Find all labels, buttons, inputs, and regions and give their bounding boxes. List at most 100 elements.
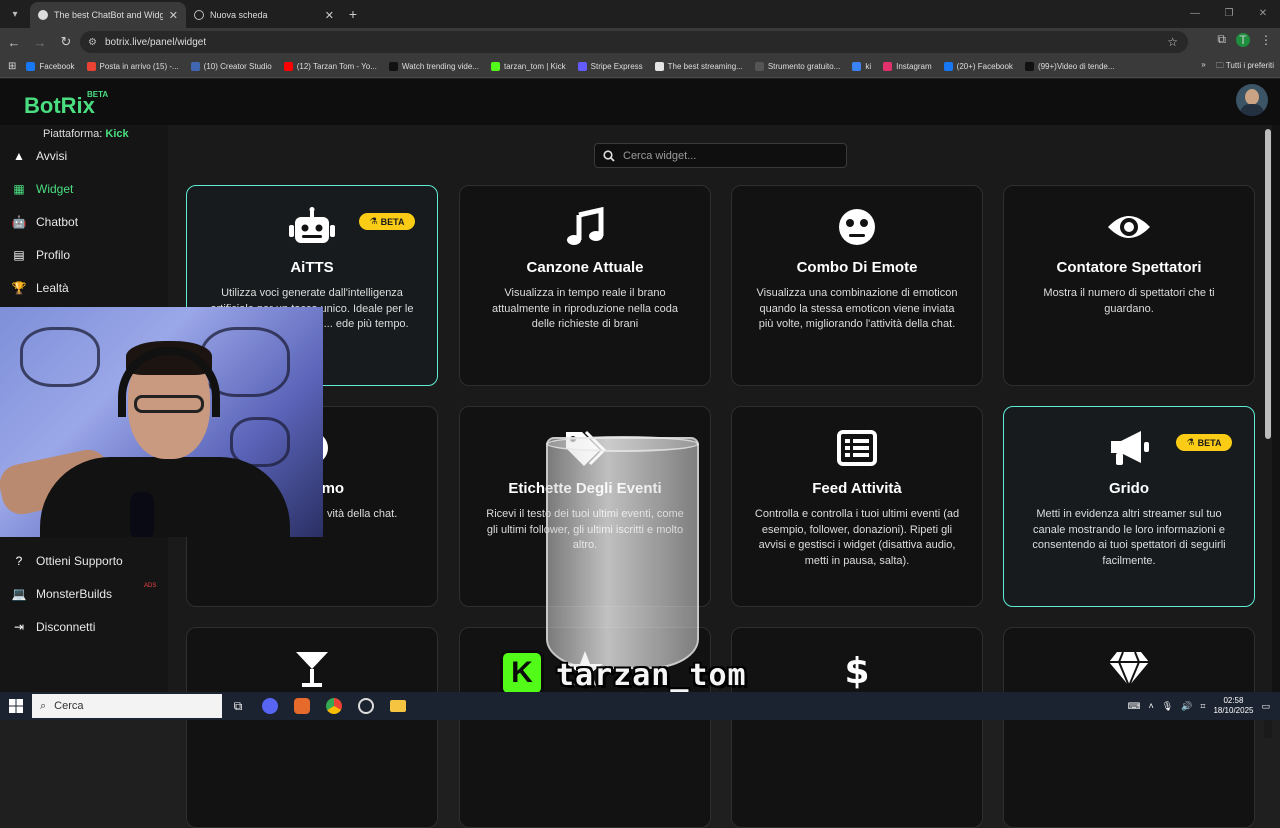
menu-kebab-icon[interactable]: ⋮ [1260, 33, 1272, 47]
bookmark-favicon-icon [190, 62, 200, 71]
window-controls: — ❐ ✕ [1178, 0, 1280, 26]
taskbar-search[interactable]: ⌕ Cerca [32, 694, 222, 718]
sidebar-item-monsterbuilds[interactable]: 💻 MonsterBuilds ADS [0, 579, 168, 609]
bookmark-item[interactable]: ki [846, 62, 877, 71]
bookmark-item[interactable]: tarzan_tom | Kick [485, 62, 572, 71]
tray-arrow-icon[interactable]: ˄ [1148, 701, 1153, 711]
bookmark-item[interactable]: (99+)Video di tende... [1019, 62, 1121, 71]
sidebar-item-lealt-[interactable]: 🏆 Lealtà [0, 273, 168, 303]
bookmark-item[interactable]: Posta in arrivo (15) -... [81, 62, 185, 71]
sidebar-item-widget[interactable]: ▦ Widget [0, 174, 168, 204]
bookmark-item[interactable]: The best streaming... [649, 62, 749, 71]
ads-badge: ADS [144, 583, 157, 589]
bookmark-favicon-icon [852, 62, 862, 71]
bookmark-item[interactable]: Facebook [20, 62, 80, 71]
site-info-icon[interactable]: ⚙ [88, 37, 97, 48]
glass-rim [546, 436, 699, 452]
windows-start-icon[interactable] [0, 692, 32, 720]
mic-icon[interactable]: 🎙 [1162, 701, 1173, 712]
bookmark-item[interactable]: Stripe Express [572, 62, 649, 71]
search-input[interactable] [621, 148, 821, 163]
app-orange-icon[interactable] [286, 692, 318, 720]
widget-card[interactable] [186, 627, 438, 828]
tab-search-button[interactable]: ▾ [4, 3, 26, 25]
sidebar-item-avvisi[interactable]: ▲ Avvisi [0, 141, 168, 171]
network-icon[interactable]: ⌗ [1200, 701, 1205, 712]
sidebar-item-chatbot[interactable]: 🤖 Chatbot [0, 207, 168, 237]
restore-icon[interactable]: ❐ [1212, 0, 1246, 26]
beta-badge: ⚗ BETA [1176, 434, 1232, 451]
widget-search[interactable] [594, 143, 847, 168]
bookmark-star-icon[interactable]: ☆ [1167, 35, 1178, 49]
widget-card[interactable]: Contatore Spettatori Mostra il numero di … [1003, 185, 1255, 386]
reload-icon[interactable]: ↻ [54, 30, 78, 54]
apps-grid-icon[interactable]: ⊞ [8, 61, 16, 72]
widget-card[interactable] [1003, 627, 1255, 828]
profile-avatar[interactable]: T [1236, 32, 1250, 47]
sidebar-item-label: Avvisi [36, 149, 68, 163]
file-explorer-icon[interactable] [382, 692, 414, 720]
extensions-icon[interactable]: ⧉ [1217, 32, 1226, 47]
new-tab-button[interactable]: + [342, 3, 364, 25]
close-tab-icon[interactable]: ✕ [325, 9, 334, 22]
all-bookmarks-label: Tutti i preferiti [1225, 61, 1274, 70]
keyboard-icon[interactable]: ⌨ [1127, 701, 1140, 712]
bookmark-favicon-icon [754, 62, 764, 71]
tab-new[interactable]: Nuova scheda ✕ [186, 2, 342, 28]
widget-card[interactable]: Canzone Attuale Visualizza in tempo reale… [459, 185, 711, 386]
minimize-icon[interactable]: — [1178, 0, 1212, 26]
widget-card[interactable]: Feed Attività Controlla e controlla i tuo… [731, 406, 983, 607]
bookmark-favicon-icon [490, 62, 500, 71]
bookmark-favicon-icon [1024, 62, 1034, 71]
streamer-name-overlay: tarzan_tom [556, 658, 747, 693]
task-view-icon[interactable]: ⧉ [222, 692, 254, 720]
bookmarks-bar: ⊞ Facebook Posta in arrivo (15) -... (10) … [0, 56, 1280, 78]
forward-icon[interactable]: → [28, 30, 52, 54]
close-tab-icon[interactable]: ✕ [169, 9, 178, 22]
bookmark-label: (10) Creator Studio [203, 62, 272, 71]
bookmark-item[interactable]: Strumento gratuito... [749, 62, 846, 71]
bookmark-item[interactable]: Instagram [877, 62, 938, 71]
volume-icon[interactable]: 🔊 [1181, 701, 1192, 712]
bookmark-favicon-icon [577, 62, 587, 71]
obs-icon[interactable] [350, 692, 382, 720]
taskbar-search-placeholder: Cerca [54, 700, 84, 712]
close-window-icon[interactable]: ✕ [1246, 0, 1280, 26]
all-bookmarks-folder[interactable]: 🗀 Tutti i preferiti [1216, 60, 1274, 74]
sidebar-item-profilo[interactable]: ▤ Profilo [0, 240, 168, 270]
url-input[interactable]: ⚙ botrix.live/panel/widget ☆ [80, 31, 1188, 53]
bookmark-item[interactable]: (20+) Facebook [938, 62, 1019, 71]
bookmark-favicon-icon [943, 62, 953, 71]
page-scrollbar[interactable] [1264, 125, 1272, 738]
tab-botrix[interactable]: The best ChatBot and Widgets ✕ [30, 2, 186, 28]
sidebar-item-ottieni-supporto[interactable]: ? Ottieni Supporto [0, 546, 168, 576]
widget-card[interactable]: Combo Di Emote Visualizza una combinazion… [731, 185, 983, 386]
sidebar-item-label: Disconnetti [36, 620, 96, 634]
botrix-favicon-icon [38, 10, 48, 20]
windows-taskbar: ⌕ Cerca ⧉ ⌨ ˄ 🎙 🔊 ⌗ 02:58 18/10/2025 ▭ [0, 692, 1280, 720]
user-avatar[interactable] [1236, 84, 1268, 116]
search-icon [603, 149, 615, 162]
discord-icon[interactable] [254, 692, 286, 720]
bookmark-favicon-icon [86, 62, 96, 71]
bookmarks-more-button[interactable]: » [1201, 60, 1205, 74]
clock[interactable]: 02:58 18/10/2025 [1213, 696, 1253, 716]
chrome-icon[interactable] [318, 692, 350, 720]
sidebar-item-disconnetti[interactable]: ⇥ Disconnetti [0, 612, 168, 642]
widget-title: Canzone Attuale [526, 259, 644, 276]
back-icon[interactable]: ← [2, 30, 26, 54]
logo-beta-badge: BETA [87, 90, 109, 99]
clock-time: 02:58 [1223, 696, 1244, 705]
scrollbar-thumb[interactable] [1265, 129, 1271, 439]
bookmark-item[interactable]: (12) Tarzan Tom - Yo... [278, 62, 383, 71]
bookmark-label: Strumento gratuito... [767, 62, 841, 71]
grid-icon: ▦ [13, 182, 25, 196]
botrix-logo[interactable]: BotRix [24, 93, 95, 119]
bookmark-label: Stripe Express [590, 62, 643, 71]
sidebar-item-label: Ottieni Supporto [36, 554, 123, 568]
notifications-icon[interactable]: ▭ [1261, 701, 1270, 712]
widget-card[interactable]: ⚗ BETA Grido Metti in evidenza altri stream… [1003, 406, 1255, 607]
bookmark-item[interactable]: (10) Creator Studio [185, 62, 278, 71]
widget-card[interactable]: $ [731, 627, 983, 828]
bookmark-item[interactable]: Watch trending vide... [383, 62, 485, 71]
